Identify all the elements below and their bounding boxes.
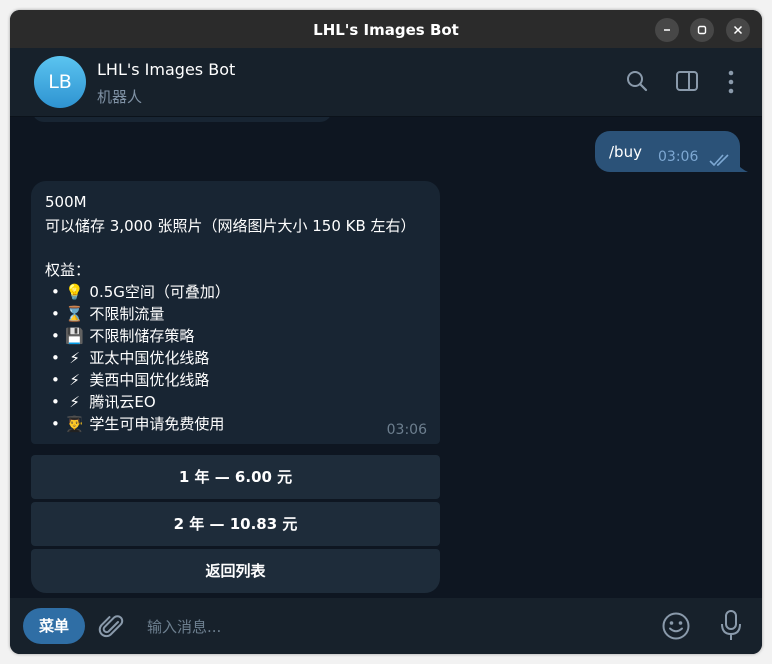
maximize-button[interactable] xyxy=(690,18,714,42)
title-bar: LHL's Images Bot xyxy=(10,10,762,48)
maximize-icon xyxy=(697,25,707,35)
keyboard-button-2-years[interactable]: 2 年 — 10.83 元 xyxy=(31,502,440,546)
benefit-text: 腾讯云EO xyxy=(89,393,156,411)
lightning-icon: ⚡ xyxy=(69,371,80,389)
benefit-text: 不限制储存策略 xyxy=(89,327,195,345)
benefit-item: • 💡 0.5G空间（可叠加） xyxy=(51,283,230,301)
search-icon[interactable] xyxy=(626,70,648,92)
lightbulb-icon: 💡 xyxy=(65,283,84,301)
message-line: 可以储存 3,000 张照片（网络图片大小 150 KB 左右） xyxy=(45,217,416,235)
message-line: 500M xyxy=(45,193,87,211)
bot-menu-button[interactable]: 菜单 xyxy=(23,608,85,644)
chat-subtitle: 机器人 xyxy=(97,88,143,106)
close-button[interactable] xyxy=(726,18,750,42)
chat-header[interactable]: LB LHL's Images Bot 机器人 xyxy=(10,48,762,117)
benefit-text: 0.5G空间（可叠加） xyxy=(89,283,230,301)
microphone-icon[interactable] xyxy=(720,609,742,643)
benefit-text: 美西中国优化线路 xyxy=(89,371,210,389)
benefit-item: • 💾 不限制储存策略 xyxy=(51,327,195,345)
benefit-item: • ⚡ 腾讯云EO xyxy=(51,393,156,411)
message-text: /buy xyxy=(609,143,642,161)
sidebar-toggle-icon[interactable] xyxy=(675,70,699,92)
message-composer: 菜单 输入消息... xyxy=(10,598,762,654)
outgoing-message[interactable]: /buy 03:06 xyxy=(595,131,740,172)
benefit-item: • ⚡ 美西中国优化线路 xyxy=(51,371,210,389)
student-icon: 👨‍🎓 xyxy=(65,415,84,433)
minimize-icon xyxy=(664,29,670,31)
benefit-text: 不限制流量 xyxy=(89,305,165,323)
message-time: 03:06 xyxy=(658,149,699,165)
floppy-disk-icon: 💾 xyxy=(65,327,84,345)
hourglass-icon: ⌛ xyxy=(65,305,84,323)
benefit-text: 学生可申请免费使用 xyxy=(89,415,225,433)
benefit-item: • ⌛ 不限制流量 xyxy=(51,305,165,323)
chat-name: LHL's Images Bot xyxy=(97,60,236,79)
avatar[interactable]: LB xyxy=(34,56,86,108)
previous-message xyxy=(32,117,332,122)
read-checkmarks-icon xyxy=(709,154,729,167)
minimize-button[interactable] xyxy=(655,18,679,42)
keyboard-button-1-year[interactable]: 1 年 — 6.00 元 xyxy=(31,455,440,499)
lightning-icon: ⚡ xyxy=(69,393,80,411)
benefit-item: • ⚡ 亚太中国优化线路 xyxy=(51,349,210,367)
benefit-text: 亚太中国优化线路 xyxy=(89,349,210,367)
close-icon xyxy=(733,25,743,35)
message-time: 03:06 xyxy=(386,422,427,438)
bubble-tail xyxy=(735,162,748,172)
keyboard-button-back[interactable]: 返回列表 xyxy=(31,549,440,593)
message-line: 权益： xyxy=(45,261,91,279)
window-title: LHL's Images Bot xyxy=(313,21,459,39)
message-input[interactable]: 输入消息... xyxy=(147,616,221,637)
more-options-icon[interactable] xyxy=(726,70,736,94)
app-window: LHL's Images Bot LB LHL's Images Bot 机器人 xyxy=(10,10,762,654)
emoji-icon[interactable] xyxy=(661,611,691,641)
incoming-message[interactable]: 500M 可以储存 3,000 张照片（网络图片大小 150 KB 左右） 权益… xyxy=(31,181,440,444)
chat-history[interactable]: /buy 03:06 500M 可以储存 3,000 张照片（网络图片大小 15… xyxy=(10,117,762,598)
attach-icon[interactable] xyxy=(98,613,126,641)
lightning-icon: ⚡ xyxy=(69,349,80,367)
benefit-item: • 👨‍🎓 学生可申请免费使用 xyxy=(51,415,225,433)
